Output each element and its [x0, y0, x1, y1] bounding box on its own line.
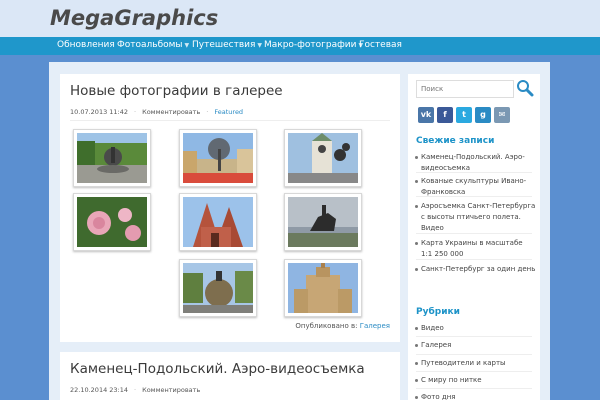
- recent-post-link[interactable]: Каменец-Подольский. Аэро-видеосъемка: [415, 152, 536, 174]
- recent-post-link[interactable]: Аэросъемка Санкт-Петербурга с высоты пти…: [415, 201, 536, 234]
- mail-icon[interactable]: ✉: [494, 107, 510, 123]
- site-logo[interactable]: MegaGraphics: [50, 6, 218, 30]
- divider: [416, 388, 532, 389]
- chevron-down-icon: ▼: [257, 42, 263, 49]
- divider: [416, 371, 532, 372]
- site-header: MegaGraphics: [0, 0, 600, 37]
- facebook-icon[interactable]: f: [437, 107, 453, 123]
- post-title[interactable]: Каменец-Подольский. Аэро-видеосъемка: [70, 361, 365, 377]
- divider: [416, 172, 532, 173]
- rubric-link[interactable]: Фото дня: [415, 392, 536, 400]
- post-title[interactable]: Новые фотографии в галерее: [70, 83, 283, 99]
- clock-tower-photo[interactable]: [284, 129, 362, 187]
- roses-photo[interactable]: [73, 193, 151, 251]
- globe-monument-photo[interactable]: [179, 259, 257, 317]
- rubric-link[interactable]: Видео: [415, 323, 536, 334]
- comment-link[interactable]: Комментировать: [142, 108, 200, 116]
- search-input[interactable]: [416, 80, 514, 98]
- post-date: 22.10.2014 23:14: [70, 386, 129, 394]
- fountain-photo[interactable]: [73, 129, 151, 187]
- divider: [416, 196, 532, 197]
- recent-post-link[interactable]: Кованые скульптуры Ивано-Франковска: [415, 176, 536, 198]
- google-plus-icon[interactable]: g: [475, 107, 491, 123]
- sculpture-tree-photo[interactable]: [179, 129, 257, 187]
- rubric-link[interactable]: Путеводители и карты: [415, 358, 536, 369]
- category-link[interactable]: Галерея: [360, 322, 390, 330]
- post-meta: 22.10.2014 23:14 · Комментировать: [70, 386, 201, 394]
- vk-icon[interactable]: vk: [418, 107, 434, 123]
- divider: [416, 336, 532, 337]
- chevron-down-icon: ▼: [184, 42, 190, 49]
- post-card: Новые фотографии в галерее 10.07.2013 11…: [60, 74, 400, 342]
- nav-item-updates[interactable]: Обновления: [57, 40, 115, 50]
- nav-item-travel[interactable]: Путешествия ▼: [192, 40, 262, 50]
- rubric-link[interactable]: С миру по нитке: [415, 375, 536, 386]
- cathedral-photo[interactable]: [179, 193, 257, 251]
- comment-link[interactable]: Комментировать: [142, 386, 200, 394]
- sidebar: vk f t g ✉ Свежие записи Каменец-Подольс…: [408, 74, 540, 400]
- divider: [70, 120, 390, 121]
- recent-post-link[interactable]: Карта Украины в масштабе 1:1 250 000: [415, 238, 536, 260]
- highrise-building-photo[interactable]: [284, 259, 362, 317]
- twitter-icon[interactable]: t: [456, 107, 472, 123]
- nav-item-macro-photos[interactable]: Макро-фотографии ▼: [264, 40, 363, 50]
- post-category-footer: Опубликовано в: Галерея: [295, 322, 390, 330]
- rubric-link[interactable]: Галерея: [415, 340, 536, 351]
- category-tag[interactable]: Featured: [214, 108, 243, 116]
- divider: [416, 233, 532, 234]
- post-meta: 10.07.2013 11:42 · Комментировать · Featured: [70, 108, 244, 116]
- main-nav: Обновления Фотоальбомы ▼ Путешествия ▼ Мак…: [0, 37, 600, 55]
- divider: [416, 259, 532, 260]
- recent-post-link[interactable]: Санкт-Петербург за один день: [415, 264, 536, 275]
- search-icon[interactable]: [516, 79, 534, 97]
- divider: [416, 354, 532, 355]
- post-card: Каменец-Подольский. Аэро-видеосъемка 22.…: [60, 352, 400, 400]
- post-date: 10.07.2013 11:42: [70, 108, 129, 116]
- rubrics-title: Рубрики: [416, 307, 460, 317]
- nav-item-photo-albums[interactable]: Фотоальбомы ▼: [117, 40, 189, 50]
- recent-posts-title: Свежие записи: [416, 136, 495, 146]
- nav-item-guestbook[interactable]: Гостевая: [359, 40, 402, 50]
- horseman-statue-photo[interactable]: [284, 193, 362, 251]
